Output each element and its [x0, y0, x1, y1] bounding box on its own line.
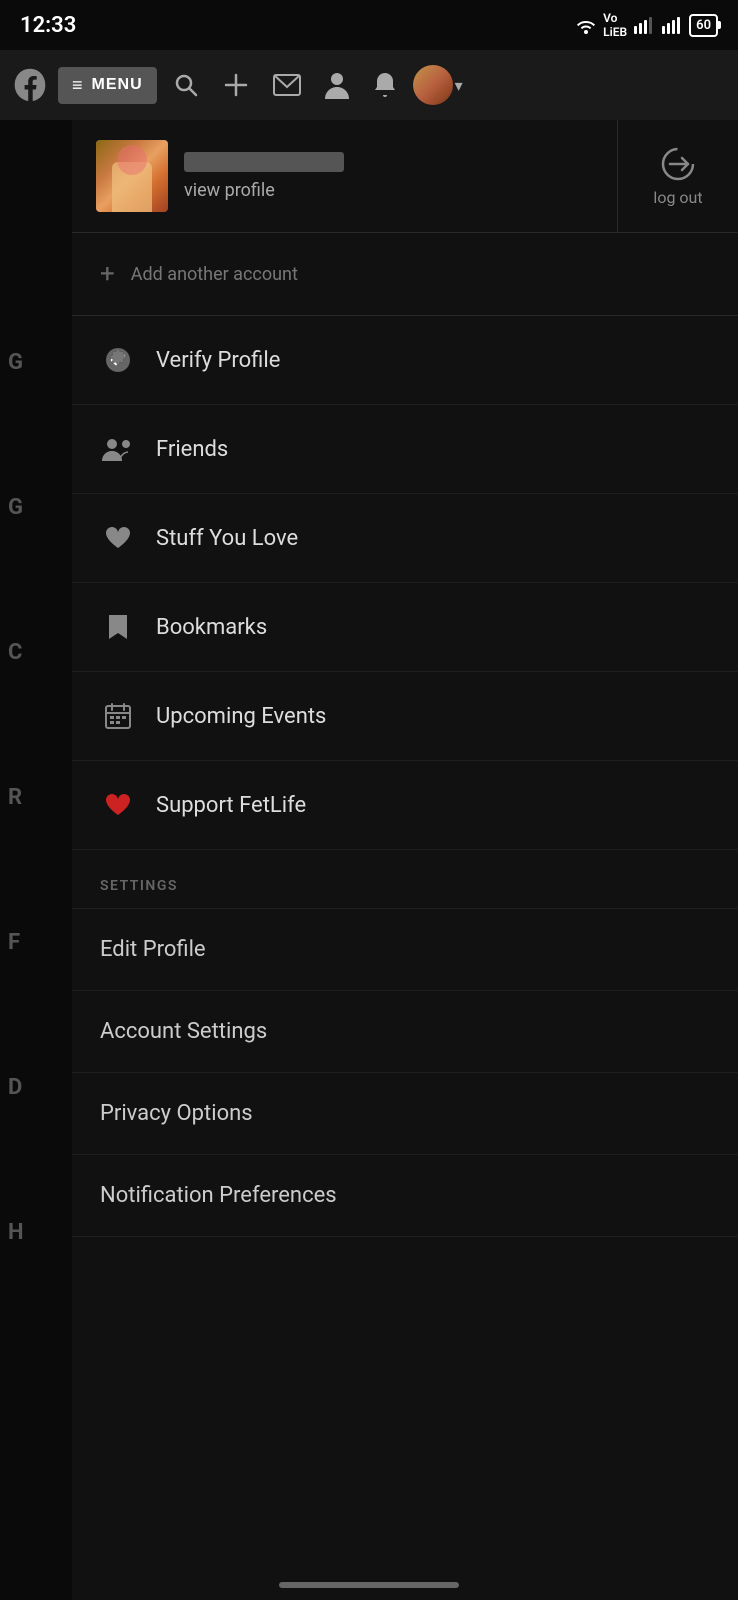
stuff-you-love-label: Stuff You Love — [156, 526, 298, 551]
status-time: 12:33 — [20, 13, 76, 38]
menu-panel: view profile log out + Add another accou… — [72, 120, 738, 1600]
notification-preferences-label: Notification Preferences — [100, 1183, 337, 1208]
status-bar: 12:33 VoLiEB 60 — [0, 0, 738, 50]
carrier-label: VoLiEB — [603, 11, 627, 39]
menu-item-support[interactable]: Support FetLife — [72, 761, 738, 850]
status-icons: VoLiEB 60 — [575, 11, 718, 39]
profile-info[interactable]: view profile — [72, 120, 618, 232]
profile-text: view profile — [184, 152, 344, 201]
home-indicator — [279, 1582, 459, 1588]
bookmarks-label: Bookmarks — [156, 615, 267, 640]
edit-profile-label: Edit Profile — [100, 937, 206, 962]
menu-item-stuff-you-love[interactable]: Stuff You Love — [72, 494, 738, 583]
menu-button[interactable]: ≡ MENU — [58, 67, 157, 104]
stuff-you-love-icon — [100, 520, 136, 556]
bottom-spacer — [72, 1237, 738, 1337]
top-nav: ≡ MENU — [0, 50, 738, 120]
search-icon[interactable] — [165, 64, 207, 106]
user-avatar-dropdown[interactable]: ▾ — [413, 65, 463, 105]
settings-item-edit-profile[interactable]: Edit Profile — [72, 909, 738, 991]
settings-header: SETTINGS — [72, 850, 738, 909]
account-settings-label: Account Settings — [100, 1019, 267, 1044]
upcoming-events-label: Upcoming Events — [156, 704, 326, 729]
signal-icon-2 — [661, 16, 683, 34]
menu-item-friends[interactable]: Friends — [72, 405, 738, 494]
menu-item-bookmarks[interactable]: Bookmarks — [72, 583, 738, 672]
privacy-options-label: Privacy Options — [100, 1101, 253, 1126]
logout-section[interactable]: log out — [618, 120, 738, 232]
fetlife-logo[interactable] — [10, 65, 50, 105]
messages-icon[interactable] — [265, 66, 309, 104]
avatar-chevron-icon: ▾ — [455, 76, 463, 95]
logout-icon — [660, 146, 696, 182]
verify-label: Verify Profile — [156, 348, 280, 373]
menu-item-upcoming-events[interactable]: Upcoming Events — [72, 672, 738, 761]
menu-item-verify[interactable]: Verify Profile — [72, 316, 738, 405]
menu-label: MENU — [92, 76, 143, 94]
logout-label: log out — [653, 188, 702, 207]
add-account-row[interactable]: + Add another account — [72, 233, 738, 316]
support-icon — [100, 787, 136, 823]
add-account-label: Add another account — [131, 264, 298, 285]
bookmarks-icon — [100, 609, 136, 645]
settings-item-privacy[interactable]: Privacy Options — [72, 1073, 738, 1155]
verify-icon — [100, 342, 136, 378]
support-label: Support FetLife — [156, 793, 306, 818]
settings-item-account[interactable]: Account Settings — [72, 991, 738, 1073]
profile-section: view profile log out — [72, 120, 738, 233]
friends-label: Friends — [156, 437, 228, 462]
add-post-icon[interactable] — [215, 64, 257, 106]
profile-avatar — [96, 140, 168, 212]
profile-username-blurred — [184, 152, 344, 172]
view-profile-link[interactable]: view profile — [184, 180, 344, 201]
notifications-icon[interactable] — [365, 63, 405, 107]
background-content: G G C R F D H — [0, 120, 75, 1600]
friends-icon — [100, 431, 136, 467]
calendar-icon — [100, 698, 136, 734]
add-account-plus-icon: + — [100, 259, 115, 289]
profile-icon[interactable] — [317, 63, 357, 107]
signal-icon-1 — [633, 16, 655, 34]
settings-item-notifications[interactable]: Notification Preferences — [72, 1155, 738, 1237]
wifi-icon — [575, 16, 597, 34]
battery-icon: 60 — [689, 14, 718, 37]
